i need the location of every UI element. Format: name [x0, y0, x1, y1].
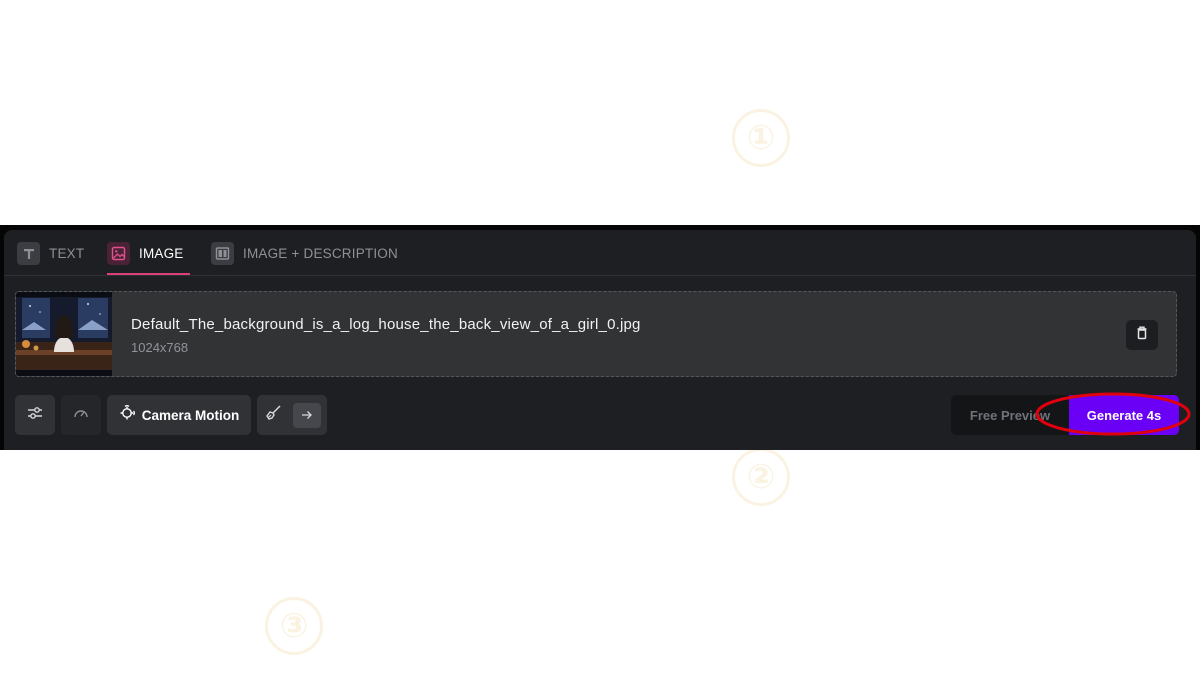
tab-image-description-label: IMAGE + DESCRIPTION	[243, 246, 398, 261]
generate-button[interactable]: Generate 4s	[1069, 395, 1179, 435]
tab-text[interactable]: TEXT	[17, 242, 84, 275]
step-marker-2: ②	[732, 448, 790, 506]
text-T-icon	[17, 242, 40, 265]
motion-brush-button[interactable]	[257, 395, 327, 435]
file-name: Default_The_background_is_a_log_house_th…	[131, 316, 641, 333]
tab-image-description[interactable]: IMAGE + DESCRIPTION	[211, 242, 398, 275]
arrow-right-icon	[301, 407, 313, 425]
split-layout-icon	[211, 242, 234, 265]
trash-icon	[1135, 325, 1149, 345]
camera-motion-label: Camera Motion	[141, 407, 240, 423]
image-thumbnail	[16, 292, 112, 376]
file-dimensions: 1024x768	[131, 340, 189, 355]
motion-speed-button[interactable]	[61, 395, 101, 435]
arrow-right-button[interactable]	[293, 403, 321, 428]
brush-icon	[265, 404, 282, 426]
camera-motion-button[interactable]: Camera Motion	[107, 395, 251, 435]
image-icon	[107, 242, 130, 265]
step-marker-1: ①	[732, 109, 790, 167]
delete-file-button[interactable]	[1126, 320, 1158, 350]
free-preview-button[interactable]: Free Preview	[951, 395, 1069, 435]
step-marker-3: ③	[265, 597, 323, 655]
generator-panel: TEXT IMAGE IMAGE + DESCRIPTION Default_T…	[4, 230, 1196, 450]
uploaded-file-row: Default_The_background_is_a_log_house_th…	[15, 291, 1177, 377]
tab-image[interactable]: IMAGE	[107, 242, 190, 275]
sliders-icon	[27, 406, 43, 425]
camera-motion-icon	[119, 403, 136, 426]
tab-text-label: TEXT	[49, 246, 85, 261]
speedometer-icon	[73, 406, 89, 424]
tab-image-label: IMAGE	[139, 246, 184, 261]
settings-button[interactable]	[15, 395, 55, 435]
input-mode-tabs: TEXT IMAGE IMAGE + DESCRIPTION	[4, 230, 1196, 276]
